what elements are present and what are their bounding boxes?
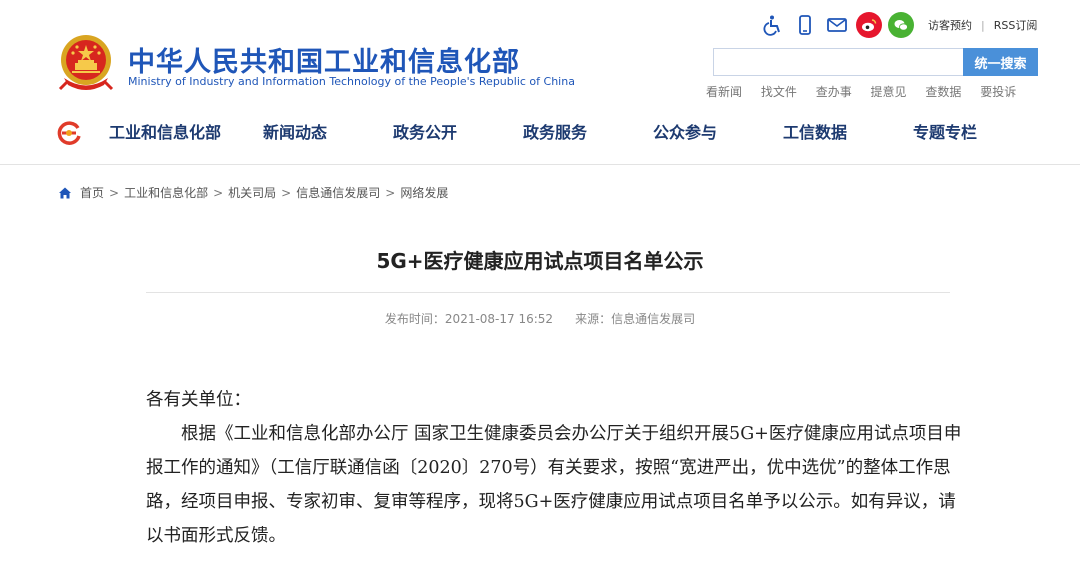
mobile-phone-icon[interactable] bbox=[792, 12, 818, 38]
article-body: 各有关单位： 根据《工业和信息化部办公厅 国家卫生健康委员会办公厅关于组织开展5… bbox=[146, 383, 966, 553]
article-source: 来源：信息通信发展司 bbox=[575, 312, 696, 326]
nav-item-miit[interactable]: 工业和信息化部 bbox=[100, 113, 230, 153]
miit-logo-icon[interactable] bbox=[56, 120, 82, 146]
breadcrumb-separator: > bbox=[385, 185, 396, 200]
breadcrumb-separator: > bbox=[109, 185, 120, 200]
site-title[interactable]: 中华人民共和国工业和信息化部 bbox=[128, 40, 520, 79]
accessibility-icon[interactable] bbox=[760, 12, 786, 38]
home-icon[interactable] bbox=[58, 186, 72, 200]
national-emblem-icon[interactable] bbox=[58, 33, 114, 91]
main-nav: 工业和信息化部 新闻动态 政务公开 政务服务 公众参与 工信数据 专题专栏 bbox=[100, 113, 1050, 153]
breadcrumb-separator: > bbox=[213, 185, 224, 200]
breadcrumb-separator: > bbox=[281, 185, 292, 200]
quick-links: 看新闻 找文件 查办事 提意见 查数据 要投诉 bbox=[706, 83, 1016, 100]
breadcrumb-departments[interactable]: 机关司局 bbox=[228, 184, 276, 201]
separator: | bbox=[981, 19, 985, 32]
site-subtitle: Ministry of Industry and Information Tec… bbox=[128, 75, 575, 88]
rss-subscribe-link[interactable]: RSS订阅 bbox=[994, 19, 1038, 32]
quick-link-news[interactable]: 看新闻 bbox=[706, 85, 742, 99]
wechat-icon[interactable] bbox=[888, 12, 914, 38]
article-title: 5G+医疗健康应用试点项目名单公示 bbox=[376, 249, 704, 273]
article-paragraph: 根据《工业和信息化部办公厅 国家卫生健康委员会办公厅关于组织开展5G+医疗健康应… bbox=[146, 424, 962, 546]
article-meta: 发布时间：2021-08-17 16:52 来源：信息通信发展司 bbox=[0, 310, 1080, 327]
nav-item-public-participation[interactable]: 公众参与 bbox=[620, 113, 750, 153]
quick-link-feedback[interactable]: 提意见 bbox=[871, 85, 907, 99]
breadcrumb-ict-department[interactable]: 信息通信发展司 bbox=[296, 184, 380, 201]
search-input[interactable] bbox=[713, 48, 963, 76]
site-header: 中华人民共和国工业和信息化部 Ministry of Industry and … bbox=[0, 0, 1080, 165]
utility-links: 访客预约 | RSS订阅 bbox=[928, 17, 1037, 33]
nav-item-government-affairs[interactable]: 政务公开 bbox=[360, 113, 490, 153]
quick-link-services[interactable]: 查办事 bbox=[816, 85, 852, 99]
email-icon[interactable] bbox=[824, 12, 850, 38]
utility-icons bbox=[760, 12, 920, 38]
unified-search-button[interactable]: 统一搜索 bbox=[963, 48, 1038, 76]
nav-item-special-topics[interactable]: 专题专栏 bbox=[880, 113, 1010, 153]
nav-item-news[interactable]: 新闻动态 bbox=[230, 113, 360, 153]
nav-item-data[interactable]: 工信数据 bbox=[750, 113, 880, 153]
weibo-icon[interactable] bbox=[856, 12, 882, 38]
breadcrumb-home[interactable]: 首页 bbox=[80, 184, 104, 201]
article-salutation: 各有关单位： bbox=[146, 390, 251, 410]
nav-item-government-services[interactable]: 政务服务 bbox=[490, 113, 620, 153]
publish-time: 发布时间：2021-08-17 16:52 bbox=[384, 312, 554, 326]
quick-link-documents[interactable]: 找文件 bbox=[761, 85, 797, 99]
breadcrumb-miit[interactable]: 工业和信息化部 bbox=[124, 184, 208, 201]
breadcrumb-network-development[interactable]: 网络发展 bbox=[400, 184, 448, 201]
title-divider bbox=[146, 292, 950, 293]
quick-link-data[interactable]: 查数据 bbox=[925, 85, 961, 99]
breadcrumb: 首页 > 工业和信息化部 > 机关司局 > 信息通信发展司 > 网络发展 bbox=[58, 184, 448, 201]
quick-link-complaints[interactable]: 要投诉 bbox=[980, 85, 1016, 99]
visitor-appointment-link[interactable]: 访客预约 bbox=[928, 19, 972, 32]
